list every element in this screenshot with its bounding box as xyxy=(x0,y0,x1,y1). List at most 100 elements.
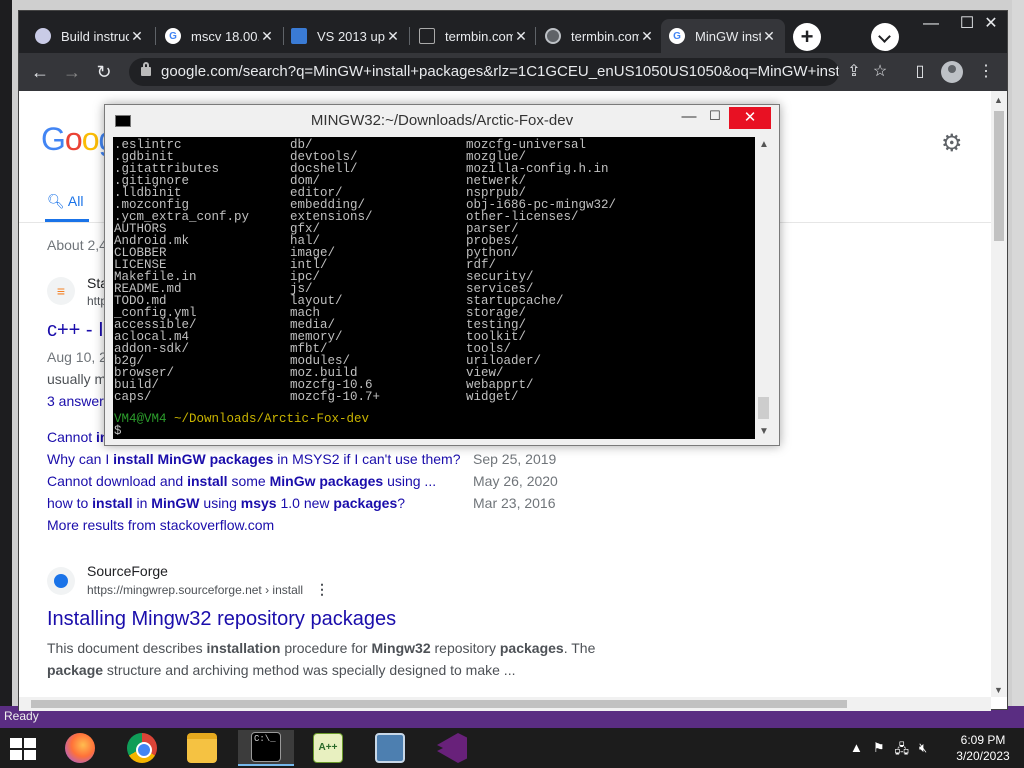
menu-kebab-icon[interactable]: ⋮ xyxy=(975,61,997,83)
remote-desktop-icon xyxy=(375,733,405,763)
tab-all[interactable]: 🔍︎ All xyxy=(47,193,83,210)
tab-vs-2013[interactable]: VS 2013 upda ✕ xyxy=(283,19,409,53)
globe-icon xyxy=(47,567,75,595)
tab-all-label: All xyxy=(67,193,84,209)
close-icon[interactable]: ✕ xyxy=(259,28,275,45)
close-icon[interactable]: ✕ xyxy=(513,28,529,45)
results-count: About 2,4 xyxy=(47,237,107,253)
sublink-why-cant-install[interactable]: Why can I install MinGW packages in MSYS… xyxy=(47,451,461,467)
listing-entry: caps/ xyxy=(114,390,152,404)
taskbar-chrome[interactable] xyxy=(114,730,170,766)
settings-gear-icon[interactable]: ⚙ xyxy=(941,129,963,158)
sublink-date: Sep 25, 2019 xyxy=(473,451,557,467)
result-description: This document describes installation pro… xyxy=(47,640,596,678)
reload-icon[interactable]: ↻ xyxy=(93,61,115,83)
taskbar-file-explorer[interactable] xyxy=(174,730,230,766)
terminal-output[interactable]: .eslintrc .gdbinit .gitattributes .gitignor… xyxy=(113,137,755,439)
stackoverflow-icon: ≡ xyxy=(47,277,75,305)
tab-label: Build instructi xyxy=(61,28,129,44)
close-icon[interactable]: ✕ xyxy=(385,28,401,45)
sublink-cannot-download[interactable]: Cannot download and install some MinGw p… xyxy=(47,473,436,489)
taskbar-notepadpp[interactable]: A++ xyxy=(300,730,356,766)
terminal-window[interactable]: MINGW32:~/Downloads/Arctic-Fox-dev — ☐ ✕… xyxy=(104,104,780,446)
tab-separator xyxy=(535,27,536,45)
browser-toolbar: ← → ↻ google.com/search?q=MinGW+install+… xyxy=(19,53,1007,91)
new-tab-button[interactable]: + xyxy=(793,23,821,51)
volume-muted-icon[interactable]: 🔇︎ xyxy=(919,740,927,762)
lock-icon xyxy=(141,62,151,76)
close-icon[interactable]: ✕ xyxy=(129,28,145,45)
tab-search-button[interactable] xyxy=(871,23,899,51)
result-title-link[interactable]: Installing Mingw32 repository packages xyxy=(47,608,396,631)
tab-separator xyxy=(409,27,410,45)
listing-entry: ipc/ xyxy=(290,270,321,284)
network-icon[interactable]: 🖧︎ xyxy=(895,740,910,762)
terminal-titlebar[interactable]: MINGW32:~/Downloads/Arctic-Fox-dev — ☐ ✕ xyxy=(105,105,779,135)
taskbar-visual-studio[interactable] xyxy=(424,730,480,766)
desktop-left-edge xyxy=(0,0,12,728)
taskbar-clock[interactable]: 6:09 PM 3/20/2023 xyxy=(948,732,1018,764)
flag-icon[interactable]: ⚑ xyxy=(873,740,885,762)
document-icon xyxy=(419,28,435,44)
clock-date: 3/20/2023 xyxy=(956,749,1010,763)
forward-arrow-icon[interactable]: → xyxy=(61,61,83,83)
tab-mscv[interactable]: G mscv 18.00.40 ✕ xyxy=(157,19,283,53)
taskbar: C:\_ A++ ▲ ⚑ 🖧︎ 🔇︎ 6:09 PM 3/20/2023 xyxy=(0,728,1024,768)
address-bar[interactable]: google.com/search?q=MinGW+install+packag… xyxy=(129,58,839,86)
generic-page-icon xyxy=(35,28,51,44)
listing-column-3: mozcfg-universal mozglue/mozilla-config.h… xyxy=(466,139,726,404)
tab-termbin-2[interactable]: termbin.com ✕ xyxy=(537,19,663,53)
google-g-icon: G xyxy=(669,28,685,44)
tab-label: MinGW install xyxy=(695,28,761,44)
side-panel-icon[interactable]: ▯ xyxy=(909,61,931,83)
result-url: https://mingwrep.sourceforge.net › insta… xyxy=(87,583,304,597)
google-g-icon: G xyxy=(165,28,181,44)
close-window-icon[interactable]: ✕ xyxy=(729,107,771,129)
terminal-scrollbar[interactable]: ▲ ▼ xyxy=(755,137,772,439)
result-snippet: usually m xyxy=(47,371,107,387)
notepad-plus-plus-icon: A++ xyxy=(313,733,343,763)
tab-separator xyxy=(155,27,156,45)
tab-label: mscv 18.00.40 xyxy=(191,28,259,44)
visual-studio-icon xyxy=(291,28,307,44)
shell-prompt: VM4@VM4 ~/Downloads/Arctic-Fox-dev xyxy=(114,413,369,426)
page-horizontal-scrollbar[interactable] xyxy=(19,697,991,711)
chevron-up-icon[interactable]: ▲ xyxy=(850,740,863,762)
tab-build-instructions[interactable]: Build instructi ✕ xyxy=(27,19,153,53)
command-input-line[interactable]: $ xyxy=(114,425,122,438)
chrome-icon xyxy=(127,733,157,763)
profile-avatar[interactable] xyxy=(941,61,963,83)
desktop-right-edge xyxy=(1012,0,1024,728)
back-arrow-icon[interactable]: ← xyxy=(29,61,51,83)
tab-strip: Build instructi ✕ G mscv 18.00.40 ✕ VS 2… xyxy=(19,11,1007,53)
taskbar-terminal[interactable]: C:\_ xyxy=(238,730,294,766)
firefox-icon xyxy=(65,733,95,763)
listing-entry: widget/ xyxy=(466,390,519,404)
tab-label: termbin.com xyxy=(571,28,639,44)
minimize-icon[interactable]: — xyxy=(675,108,703,130)
maximize-icon[interactable]: ☐ xyxy=(703,108,727,130)
result-title-link[interactable]: c++ - I xyxy=(47,319,104,342)
tab-termbin-1[interactable]: termbin.com ✕ xyxy=(411,19,537,53)
more-results-link[interactable]: More results from stackoverflow.com xyxy=(47,517,274,533)
tab-mingw-install[interactable]: G MinGW install ✕ xyxy=(661,19,785,53)
more-options-kebab-icon[interactable]: ⋮ xyxy=(315,581,329,598)
tab-label: termbin.com xyxy=(445,28,513,44)
share-icon[interactable]: ⇪ xyxy=(843,61,865,83)
close-window-icon[interactable]: ✕ xyxy=(973,11,1009,39)
taskbar-remote-desktop[interactable] xyxy=(362,730,418,766)
globe-icon xyxy=(545,28,561,44)
listing-entry: mozcfg-10.7+ xyxy=(290,390,381,404)
sublink-how-to-install[interactable]: how to install in MinGW using msys 1.0 n… xyxy=(47,495,405,511)
sublink-date: May 26, 2020 xyxy=(473,473,558,489)
windows-start-icon[interactable] xyxy=(10,738,36,760)
close-icon[interactable]: ✕ xyxy=(761,28,777,45)
sublink-cannot-install[interactable]: Cannot in xyxy=(47,429,109,445)
close-icon[interactable]: ✕ xyxy=(639,28,655,45)
minimize-icon[interactable]: — xyxy=(913,11,949,39)
bookmark-star-icon[interactable]: ☆ xyxy=(869,61,891,83)
terminal-icon: C:\_ xyxy=(251,732,281,762)
result-answers-link[interactable]: 3 answer xyxy=(47,393,104,409)
taskbar-firefox[interactable] xyxy=(52,730,108,766)
page-vertical-scrollbar[interactable]: ▲ ▼ xyxy=(991,91,1007,697)
